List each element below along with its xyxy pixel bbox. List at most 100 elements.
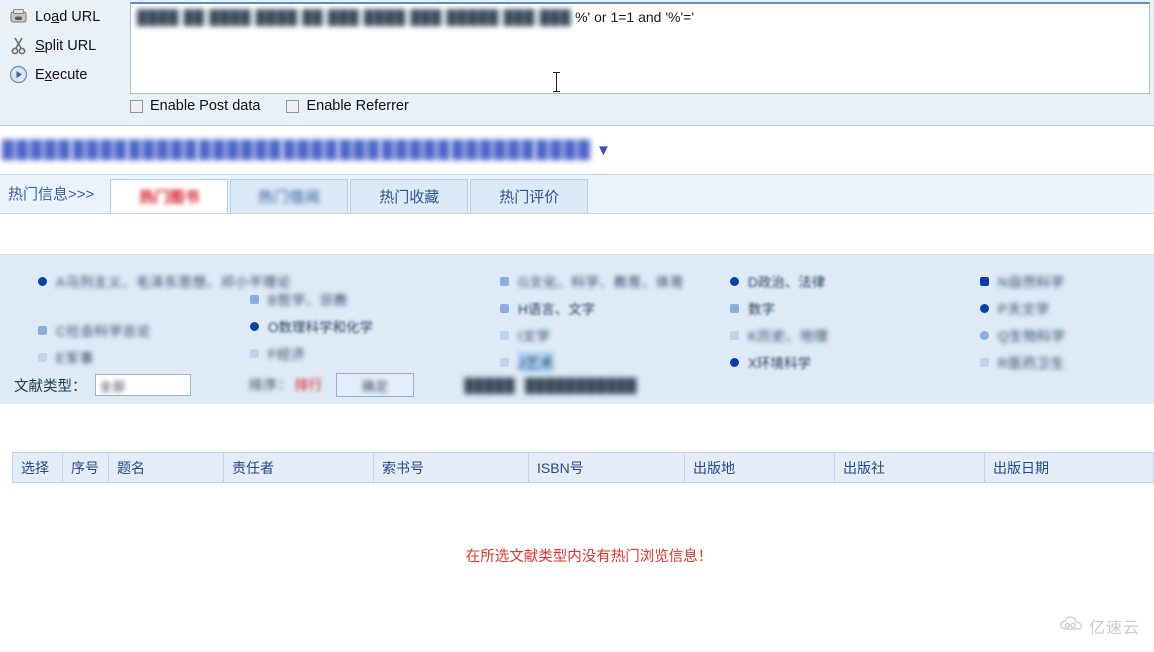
category-columns: A马列主义、毛泽东思想、邓小平理论 C社会科学总论 E军事 B哲学、宗教 O数理…	[0, 269, 1154, 372]
radio-bullet-icon[interactable]	[500, 357, 509, 367]
category-label: K历史、地理	[748, 329, 829, 344]
radio-bullet-icon[interactable]	[730, 303, 739, 313]
radio-bullet-icon[interactable]	[250, 348, 259, 358]
enable-post-data-checkbox[interactable]: Enable Post data	[130, 98, 260, 114]
doc-type-label: 文献类型：	[14, 378, 87, 395]
category-label: D政治、法律	[748, 275, 826, 290]
nav-item-4[interactable]: ████	[283, 140, 339, 160]
hackbar-toolbar: Load URL Split URL Execute ████ ██ ████ …	[0, 0, 1154, 126]
submit-filter-button[interactable]: 确定	[336, 373, 415, 397]
radio-bullet-icon[interactable]	[38, 276, 47, 286]
url-blurred-text: ████ ██ ████ ████ ██ ███ ████ ███ █████ …	[137, 9, 572, 25]
sort-info: 排序： 排行	[249, 375, 323, 395]
split-url-label: Split URL	[35, 37, 97, 54]
nav-item-1[interactable]: ████	[72, 140, 128, 160]
empty-result-message: 在所选文献类型内没有热门浏览信息！	[465, 549, 713, 565]
tab-hot-borrow[interactable]: 热门借阅	[230, 179, 349, 213]
checkbox-box[interactable]	[130, 99, 143, 113]
category-label: Q生物科学	[998, 329, 1066, 344]
category-item[interactable]: O数理科学和化学	[250, 318, 500, 335]
column-header-index[interactable]: 序号	[62, 452, 109, 483]
nav-item-2[interactable]: █████	[128, 140, 198, 160]
tab-hot-review-label: 热门评价	[499, 189, 560, 206]
category-item[interactable]: I文学	[500, 327, 730, 344]
nav-item-3[interactable]: ██████	[199, 140, 283, 160]
hot-info-label: 热门信息>>>	[8, 186, 95, 203]
category-item[interactable]: E军事	[38, 349, 250, 366]
radio-bullet-icon[interactable]	[250, 321, 259, 331]
checkbox-box[interactable]	[286, 99, 300, 113]
footer-extra-blurred: █████ ███████████	[464, 377, 637, 393]
category-label: H语言、文字	[518, 302, 596, 317]
radio-bullet-icon[interactable]	[980, 276, 989, 286]
doc-type-select[interactable]: 全部	[94, 374, 191, 396]
category-item[interactable]: G文化、科学、教育、体育	[500, 273, 730, 290]
column-header-publisher[interactable]: 出版社	[834, 452, 985, 483]
enable-referrer-label: Enable Referrer	[306, 98, 409, 114]
radio-bullet-icon[interactable]	[500, 276, 509, 286]
category-item[interactable]: P天文学	[980, 300, 1150, 317]
column-header-select[interactable]: 选择	[12, 452, 63, 483]
enable-post-data-label: Enable Post data	[150, 98, 261, 114]
nav-item-8[interactable]: ████	[536, 140, 592, 160]
execute-button[interactable]: Execute	[0, 60, 130, 89]
category-item[interactable]: B哲学、宗教	[250, 291, 500, 308]
radio-bullet-icon[interactable]	[38, 352, 47, 362]
tab-hot-collection[interactable]: 热门收藏	[350, 179, 469, 213]
empty-state-container: 在所选文献类型内没有热门浏览信息！	[12, 483, 1154, 566]
nav-item-7[interactable]: ██████	[452, 140, 536, 160]
category-column-2: G文化、科学、教育、体育 H语言、文字 I文学 J艺术	[500, 269, 730, 372]
radio-bullet-icon[interactable]	[730, 276, 739, 286]
category-label: F经济	[268, 347, 306, 362]
radio-bullet-icon[interactable]	[38, 325, 47, 335]
radio-bullet-icon[interactable]	[500, 303, 509, 313]
column-header-author[interactable]: 责任者	[223, 452, 374, 483]
category-filter-panel: A马列主义、毛泽东思想、邓小平理论 C社会科学总论 E军事 B哲学、宗教 O数理…	[0, 254, 1154, 404]
column-header-title[interactable]: 题名	[108, 452, 224, 483]
scissors-icon	[4, 33, 32, 59]
load-url-icon	[4, 4, 32, 30]
url-textarea[interactable]: ████ ██ ████ ████ ██ ███ ████ ███ █████ …	[130, 2, 1150, 94]
nav-item-0[interactable]: █████	[2, 140, 72, 160]
radio-bullet-icon[interactable]	[730, 330, 739, 340]
radio-bullet-icon[interactable]	[980, 303, 989, 313]
text-cursor	[553, 72, 560, 92]
category-column-0: A马列主义、毛泽东思想、邓小平理论 C社会科学总论 E军事	[0, 269, 291, 369]
category-item[interactable]: H语言、文字	[500, 300, 730, 317]
radio-bullet-icon[interactable]	[250, 294, 259, 304]
column-header-pubplace[interactable]: 出版地	[684, 452, 835, 483]
radio-bullet-icon[interactable]	[980, 330, 989, 340]
category-label: 数字	[748, 302, 775, 317]
tab-hot-borrow-label: 热门借阅	[258, 189, 321, 206]
split-url-button[interactable]: Split URL	[0, 31, 130, 60]
tab-hot-review[interactable]: 热门评价	[470, 179, 589, 213]
nav-item-5[interactable]: ███	[339, 140, 381, 160]
radio-bullet-icon[interactable]	[500, 330, 509, 340]
radio-bullet-icon[interactable]	[730, 357, 739, 367]
column-header-isbn[interactable]: ISBN号	[528, 452, 685, 483]
enable-referrer-checkbox[interactable]: Enable Referrer	[286, 98, 409, 114]
category-label: C社会科学总论	[56, 324, 151, 339]
hackbar-options: Enable Post data Enable Referrer	[130, 98, 409, 114]
category-item[interactable]: 数字	[730, 300, 980, 317]
nav-item-6[interactable]: █████	[381, 140, 451, 160]
category-item[interactable]: K历史、地理	[730, 327, 980, 344]
category-item[interactable]: A马列主义、毛泽东思想、邓小平理论	[38, 273, 291, 290]
site-navigation-bar[interactable]: █████ ████ █████ ██████ ████ ███ █████ █…	[0, 126, 1154, 174]
execute-play-icon	[4, 62, 32, 88]
category-item[interactable]: F经济	[250, 345, 500, 362]
category-item[interactable]: Q生物科学	[980, 327, 1150, 344]
column-header-pubdate[interactable]: 出版日期	[984, 452, 1154, 483]
category-item[interactable]: N自然科学	[980, 273, 1150, 290]
tab-hot-books[interactable]: 热门图书	[110, 179, 229, 213]
submit-filter-label: 确定	[361, 378, 389, 394]
category-label: G文化、科学、教育、体育	[518, 275, 685, 290]
cloud-icon	[1060, 615, 1084, 637]
column-header-callno[interactable]: 索书号	[373, 452, 529, 483]
radio-bullet-icon[interactable]	[980, 357, 989, 367]
category-item[interactable]: D政治、法律	[730, 273, 980, 290]
category-item[interactable]: C社会科学总论	[38, 322, 250, 339]
chevron-down-icon[interactable]: ▼	[596, 142, 611, 159]
results-table: 选择 序号 题名 责任者 索书号 ISBN号 出版地 出版社 出版日期	[12, 452, 1154, 483]
load-url-button[interactable]: Load URL	[0, 2, 130, 31]
